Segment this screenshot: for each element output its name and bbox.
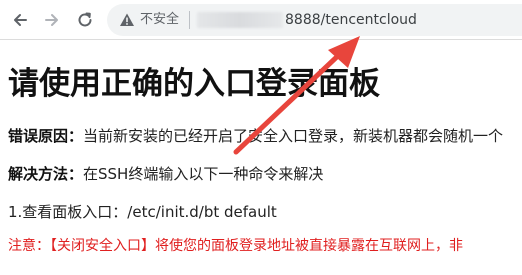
security-status-label[interactable]: 不安全 xyxy=(140,11,179,29)
url-separator xyxy=(189,11,190,29)
solution-label: 解决方法： xyxy=(8,165,84,183)
reload-icon xyxy=(78,12,92,27)
step-view-entry: 1.查看面板入口：/etc/init.d/bt default xyxy=(8,203,277,221)
url-text[interactable]: 8888/tencentcloud xyxy=(285,11,417,29)
page-title: 请使用正确的入口登录面板 xyxy=(8,66,380,102)
solution-row: 解决方法：在SSH终端输入以下一种命令来解决 xyxy=(8,164,323,184)
error-reason-text: 当前新安装的已经开启了安全入口登录，新装机器都会随机一个 xyxy=(83,127,504,145)
reload-button[interactable] xyxy=(74,9,96,31)
page-content: 请使用正确的入口登录面板 错误原因：当前新安装的已经开启了安全入口登录，新装机器… xyxy=(0,40,522,275)
arrow-left-icon xyxy=(14,14,27,26)
browser-toolbar: 不安全 8888/tencentcloud xyxy=(0,0,522,40)
warning-triangle-icon[interactable] xyxy=(119,12,135,28)
solution-text: 在SSH终端输入以下一种命令来解决 xyxy=(83,165,324,183)
warning-notice: 注意：【关闭安全入口】将使您的面板登录地址被直接暴露在互联网上，非 xyxy=(8,238,463,254)
error-reason-label: 错误原因： xyxy=(8,127,84,145)
error-reason-row: 错误原因：当前新安装的已经开启了安全入口登录，新装机器都会随机一个 xyxy=(8,126,503,146)
back-button[interactable] xyxy=(9,9,31,31)
redacted-url-host xyxy=(197,12,283,28)
arrow-right-icon xyxy=(45,14,58,26)
address-bar[interactable]: 不安全 8888/tencentcloud xyxy=(107,4,522,36)
forward-button[interactable] xyxy=(41,9,63,31)
